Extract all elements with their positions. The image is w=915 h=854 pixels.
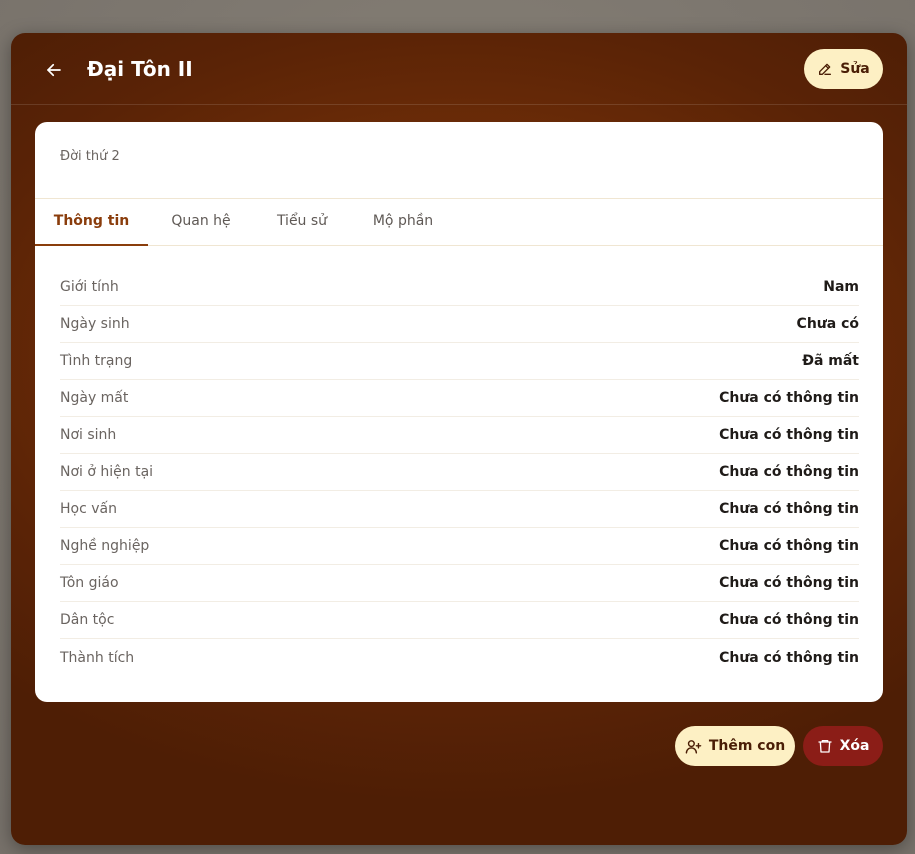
edit-button[interactable]: Sửa bbox=[804, 49, 883, 89]
info-row-education: Học vấn Chưa có thông tin bbox=[60, 491, 859, 528]
row-label: Tôn giáo bbox=[60, 575, 119, 591]
tab-biography[interactable]: Tiểu sử bbox=[260, 199, 344, 246]
info-row-achievements: Thành tích Chưa có thông tin bbox=[60, 639, 859, 676]
page-title: Đại Tôn II bbox=[87, 57, 193, 81]
pencil-icon bbox=[817, 61, 833, 77]
tab-bar: Thông tin Quan hệ Tiểu sử Mộ phần bbox=[35, 199, 883, 246]
tab-info[interactable]: Thông tin bbox=[35, 199, 148, 246]
row-value: Chưa có thông tin bbox=[719, 538, 859, 554]
row-label: Thành tích bbox=[60, 649, 135, 666]
add-child-label: Thêm con bbox=[708, 738, 786, 754]
info-row-religion: Tôn giáo Chưa có thông tin bbox=[60, 565, 859, 602]
generation-label: Đời thứ 2 bbox=[35, 122, 883, 199]
member-detail-modal: Đại Tôn II Sửa Đời thứ 2 Thông tin Quan … bbox=[11, 33, 907, 845]
info-row-birthplace: Nơi sinh Chưa có thông tin bbox=[60, 417, 859, 454]
row-value: Chưa có thông tin bbox=[719, 390, 859, 406]
delete-button[interactable]: Xóa bbox=[803, 726, 883, 766]
row-value: Chưa có thông tin bbox=[719, 501, 859, 517]
tab-relations[interactable]: Quan hệ bbox=[157, 199, 245, 246]
row-label: Nơi ở hiện tại bbox=[60, 464, 154, 480]
user-plus-icon bbox=[685, 738, 702, 755]
info-row-current-residence: Nơi ở hiện tại Chưa có thông tin bbox=[60, 454, 859, 491]
info-row-death-date: Ngày mất Chưa có thông tin bbox=[60, 380, 859, 417]
row-label: Ngày sinh bbox=[60, 316, 130, 332]
modal-header: Đại Tôn II Sửa bbox=[11, 33, 907, 105]
info-row-ethnicity: Dân tộc Chưa có thông tin bbox=[60, 602, 859, 639]
row-value: Nam bbox=[823, 279, 859, 295]
info-row-status: Tình trạng Đã mất bbox=[60, 343, 859, 380]
row-label: Tình trạng bbox=[60, 353, 133, 369]
add-child-button[interactable]: Thêm con bbox=[675, 726, 795, 766]
info-row-occupation: Nghề nghiệp Chưa có thông tin bbox=[60, 528, 859, 565]
row-value: Chưa có thông tin bbox=[719, 612, 859, 628]
arrow-left-icon bbox=[45, 61, 63, 79]
row-label: Nghề nghiệp bbox=[60, 538, 150, 554]
info-row-gender: Giới tính Nam bbox=[60, 269, 859, 306]
row-value: Chưa có thông tin bbox=[719, 427, 859, 443]
edit-button-label: Sửa bbox=[840, 61, 870, 77]
trash-icon bbox=[817, 738, 833, 754]
row-value: Đã mất bbox=[802, 353, 859, 369]
info-row-birth-date: Ngày sinh Chưa có bbox=[60, 306, 859, 343]
row-label: Dân tộc bbox=[60, 612, 115, 628]
row-value: Chưa có thông tin bbox=[719, 464, 859, 480]
delete-label: Xóa bbox=[839, 738, 870, 754]
row-value: Chưa có thông tin bbox=[719, 649, 859, 666]
back-button[interactable] bbox=[37, 53, 71, 87]
tab-grave[interactable]: Mộ phần bbox=[358, 199, 448, 246]
row-label: Nơi sinh bbox=[60, 427, 117, 443]
member-info-card: Đời thứ 2 Thông tin Quan hệ Tiểu sử Mộ p… bbox=[35, 122, 883, 702]
row-label: Ngày mất bbox=[60, 390, 129, 406]
row-value: Chưa có thông tin bbox=[719, 575, 859, 591]
info-list: Giới tính Nam Ngày sinh Chưa có Tình trạ… bbox=[35, 246, 883, 676]
row-label: Học vấn bbox=[60, 501, 117, 517]
row-value: Chưa có bbox=[796, 316, 859, 332]
row-label: Giới tính bbox=[60, 279, 119, 295]
